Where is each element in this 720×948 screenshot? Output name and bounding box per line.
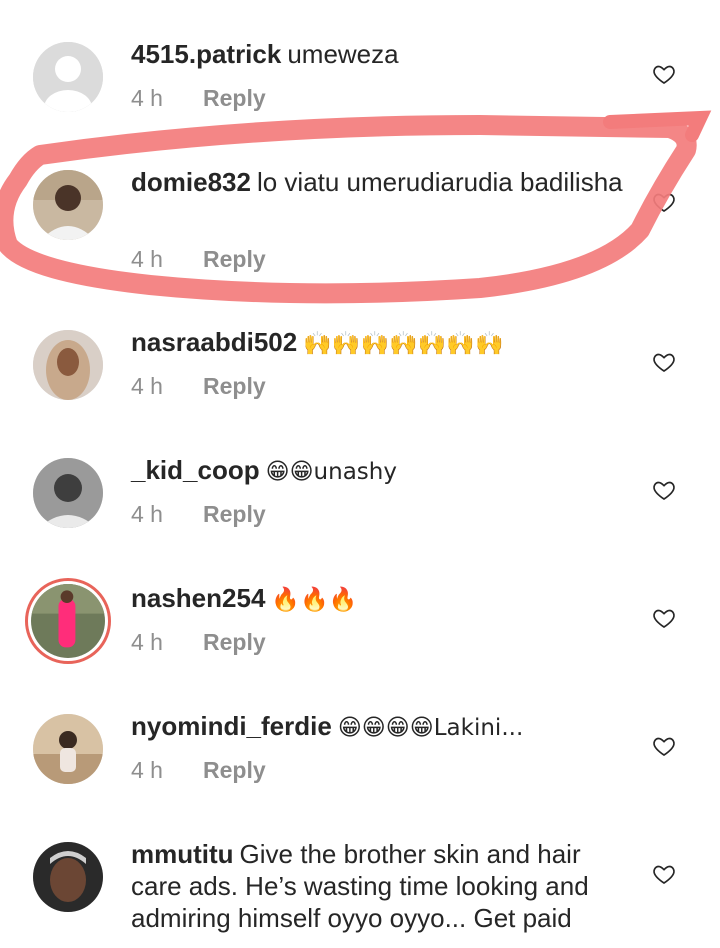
comment-time: 4 h bbox=[131, 373, 163, 399]
comment-username[interactable]: _kid_coop bbox=[131, 455, 260, 485]
comment-time: 4 h bbox=[131, 85, 163, 111]
comment-text: 🙌🙌🙌🙌🙌🙌🙌 bbox=[303, 331, 504, 357]
heart-icon[interactable] bbox=[652, 606, 676, 630]
reply-button[interactable]: Reply bbox=[203, 85, 266, 111]
comment-text: 😁😁😁😁Lakini... bbox=[337, 715, 524, 741]
comment-meta: 4 h Reply bbox=[131, 373, 266, 400]
comment-meta: 4 h Reply bbox=[131, 757, 266, 784]
comment-text: umeweza bbox=[287, 39, 399, 69]
comment-username[interactable]: mmutitu bbox=[131, 839, 234, 869]
comment-username[interactable]: domie832 bbox=[131, 167, 251, 197]
comment-time: 4 h bbox=[131, 757, 163, 783]
heart-icon[interactable] bbox=[652, 478, 676, 502]
comment-body: nasraabdi502 🙌🙌🙌🙌🙌🙌🙌 bbox=[131, 326, 631, 360]
reply-button[interactable]: Reply bbox=[203, 373, 266, 399]
avatar[interactable] bbox=[33, 330, 103, 400]
comment-meta: 4 h Reply bbox=[131, 85, 266, 112]
comment-text: 🔥🔥🔥 bbox=[271, 587, 358, 613]
heart-icon[interactable] bbox=[652, 62, 676, 86]
avatar[interactable] bbox=[33, 842, 103, 912]
comment-meta: 4 h Reply bbox=[131, 501, 266, 528]
heart-icon[interactable] bbox=[652, 350, 676, 374]
avatar-story-ring[interactable] bbox=[25, 578, 111, 664]
comment-username[interactable]: 4515.patrick bbox=[131, 39, 281, 69]
comment-body: domie832 lo viatu umerudiarudia badilisha bbox=[131, 166, 631, 198]
comment-username[interactable]: nashen254 bbox=[131, 583, 265, 613]
reply-button[interactable]: Reply bbox=[203, 246, 266, 272]
comment-body: _kid_coop 😁😁unashy bbox=[131, 454, 631, 488]
comment-body: nyomindi_ferdie 😁😁😁😁Lakini... bbox=[131, 710, 631, 744]
avatar[interactable] bbox=[33, 714, 103, 784]
comment-username[interactable]: nasraabdi502 bbox=[131, 327, 297, 357]
heart-icon[interactable] bbox=[652, 862, 676, 886]
avatar bbox=[31, 584, 105, 658]
avatar[interactable] bbox=[33, 458, 103, 528]
avatar[interactable] bbox=[33, 170, 103, 240]
comment-username[interactable]: nyomindi_ferdie bbox=[131, 711, 332, 741]
comment-text: 😁😁unashy bbox=[265, 459, 397, 485]
comment-time: 4 h bbox=[131, 501, 163, 527]
comment-time: 4 h bbox=[131, 629, 163, 655]
comment-time: 4 h bbox=[131, 246, 163, 272]
comment-meta: 4 h Reply bbox=[131, 246, 266, 273]
reply-button[interactable]: Reply bbox=[203, 501, 266, 527]
avatar[interactable] bbox=[33, 42, 103, 112]
reply-button[interactable]: Reply bbox=[203, 629, 266, 655]
comment-body: 4515.patrick umeweza bbox=[131, 38, 631, 70]
comment-body: mmutitu Give the brother skin and hair ca… bbox=[131, 838, 631, 934]
comment-text: lo viatu umerudiarudia badilisha bbox=[256, 167, 623, 197]
reply-button[interactable]: Reply bbox=[203, 757, 266, 783]
comment-body: nashen254 🔥🔥🔥 bbox=[131, 582, 631, 616]
heart-icon[interactable] bbox=[652, 734, 676, 758]
comment-meta: 4 h Reply bbox=[131, 629, 266, 656]
heart-icon[interactable] bbox=[652, 190, 676, 214]
